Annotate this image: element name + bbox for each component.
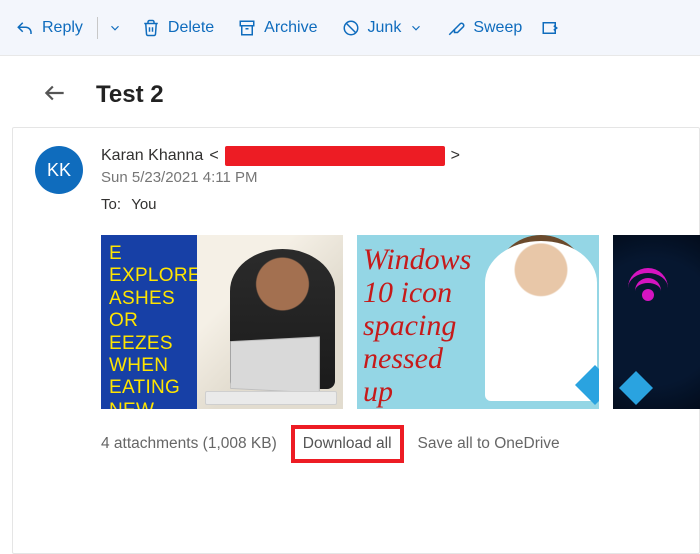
archive-label: Archive (264, 19, 317, 37)
move-icon (540, 19, 560, 37)
delete-button[interactable]: Delete (130, 8, 226, 48)
more-button[interactable] (534, 8, 566, 48)
wifi-icon (627, 259, 669, 301)
thumb-a-image (197, 235, 343, 409)
thumb-b-image (483, 235, 599, 409)
sender-line: Karan Khanna < > (101, 146, 700, 166)
message-subject: Test 2 (96, 81, 164, 109)
archive-icon (238, 19, 256, 37)
sweep-icon (447, 19, 465, 37)
angle-bracket-open: < (209, 147, 218, 165)
attachments-summary: 4 attachments (1,008 KB) (101, 435, 277, 453)
sweep-label: Sweep (473, 19, 522, 37)
sender-email-redacted (225, 146, 445, 166)
download-all-link[interactable]: Download all (291, 425, 404, 463)
avatar[interactable]: KK (35, 146, 83, 194)
save-onedrive-link[interactable]: Save all to OneDrive (418, 435, 560, 453)
sender-name: Karan Khanna (101, 147, 203, 165)
reply-button[interactable]: Reply (4, 8, 95, 48)
attachment-thumbnail[interactable]: Windows 10 icon spacing nessed up (357, 235, 599, 409)
junk-label: Junk (368, 19, 402, 37)
arrow-left-icon (42, 80, 68, 106)
thumb-a-text: E EXPLORER ASHES OR EEZES WHEN EATING NE… (101, 235, 197, 409)
delete-label: Delete (168, 19, 214, 37)
toolbar-separator (97, 17, 98, 39)
archive-button[interactable]: Archive (226, 8, 329, 48)
trash-icon (142, 19, 160, 37)
subject-row: Test 2 (0, 56, 700, 115)
sweep-button[interactable]: Sweep (435, 8, 534, 48)
back-button[interactable] (42, 80, 68, 109)
reply-dropdown[interactable] (100, 8, 130, 48)
to-label: To: (101, 196, 121, 213)
message-date: Sun 5/23/2021 4:11 PM (101, 169, 700, 186)
message-toolbar: Reply Delete Archive Junk Sweep (0, 0, 700, 56)
chevron-down-icon (409, 21, 423, 35)
attachment-thumbnail[interactable]: E EXPLORER ASHES OR EEZES WHEN EATING NE… (101, 235, 343, 409)
thumb-b-text: Windows 10 icon spacing nessed up (357, 235, 483, 409)
to-value: You (131, 196, 156, 213)
chevron-down-icon (108, 21, 122, 35)
attachment-thumbnail[interactable]: W (613, 235, 700, 409)
attachments-actions: 4 attachments (1,008 KB) Download all Sa… (101, 425, 700, 463)
angle-bracket-close: > (451, 147, 460, 165)
attachments-row: E EXPLORER ASHES OR EEZES WHEN EATING NE… (101, 235, 700, 409)
junk-button[interactable]: Junk (330, 8, 436, 48)
reply-label: Reply (42, 19, 83, 37)
message-card: KK Karan Khanna < > Sun 5/23/2021 4:11 P… (12, 127, 700, 554)
windows-club-logo-icon (619, 371, 653, 405)
to-line: To: You (101, 196, 700, 213)
reply-icon (16, 19, 34, 37)
block-icon (342, 19, 360, 37)
